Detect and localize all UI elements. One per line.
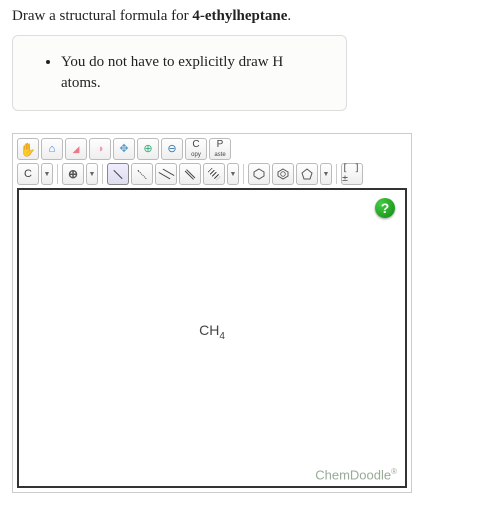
home-icon: ⌂ xyxy=(49,144,56,155)
brand-label: ChemDoodle® xyxy=(315,467,397,482)
charge-icon: ⊕ xyxy=(68,168,78,180)
paste-label: Paste xyxy=(214,140,225,158)
zoom-in-icon: ⊕ xyxy=(143,144,152,155)
dotted-bond-tool[interactable] xyxy=(131,163,153,185)
copy-button[interactable]: Copy xyxy=(185,138,207,160)
bond-dropdown[interactable]: ▼ xyxy=(227,163,239,185)
prompt-pre: Draw a structural formula for xyxy=(12,8,192,24)
toolbar-row-1: ✋ ⌂ ◢ ◑ ✥ ⊕ ⊖ Copy Paste xyxy=(17,138,407,160)
element-label: C xyxy=(24,169,32,180)
bond-icon xyxy=(113,169,122,178)
formula-sub: 4 xyxy=(219,331,225,342)
single-bond-tool[interactable] xyxy=(107,163,129,185)
bracket-tool[interactable]: [ ]± xyxy=(341,163,363,185)
chevron-down-icon: ▼ xyxy=(323,171,330,178)
hint-box: You do not have to explicitly draw H ato… xyxy=(12,35,347,111)
move-tool[interactable]: ✥ xyxy=(113,138,135,160)
element-dropdown[interactable]: ▼ xyxy=(41,163,53,185)
molecule-label[interactable]: CH4 xyxy=(199,322,225,342)
charge-dropdown[interactable]: ▼ xyxy=(86,163,98,185)
zoom-out-button[interactable]: ⊖ xyxy=(161,138,183,160)
hand-icon: ✋ xyxy=(20,143,36,156)
lasso-tool[interactable]: ◑ xyxy=(89,138,111,160)
ring-dropdown[interactable]: ▼ xyxy=(320,163,332,185)
hash-bond-tool[interactable] xyxy=(203,163,225,185)
benzene-icon xyxy=(277,168,289,180)
pentagon-icon xyxy=(301,168,313,180)
cyclopentane-tool[interactable] xyxy=(296,163,318,185)
recessed-bond-icon xyxy=(158,169,174,180)
home-button[interactable]: ⌂ xyxy=(41,138,63,160)
prompt-compound: 4-ethylheptane xyxy=(192,8,287,24)
hash-bond-icon xyxy=(208,168,221,181)
cyclohexane-tool[interactable] xyxy=(248,163,270,185)
eraser-icon: ◢ xyxy=(73,145,80,154)
hint-item: You do not have to explicitly draw H ato… xyxy=(61,52,326,94)
hand-tool[interactable]: ✋ xyxy=(17,138,39,160)
charge-button[interactable]: ⊕ xyxy=(62,163,84,185)
formula-base: CH xyxy=(199,322,219,338)
chevron-down-icon: ▼ xyxy=(89,171,96,178)
separator xyxy=(57,164,58,184)
separator xyxy=(336,164,337,184)
chemdoodle-editor: ✋ ⌂ ◢ ◑ ✥ ⊕ ⊖ Copy Paste C ▼ ⊕ ▼ ▼ xyxy=(12,133,412,493)
element-button[interactable]: C xyxy=(17,163,39,185)
lasso-icon: ◑ xyxy=(97,144,104,155)
double-bond-tool[interactable] xyxy=(179,163,201,185)
benzene-tool[interactable] xyxy=(272,163,294,185)
drawing-canvas[interactable]: ? CH4 ChemDoodle® xyxy=(17,188,407,488)
separator xyxy=(243,164,244,184)
hexagon-icon xyxy=(253,168,265,180)
chevron-down-icon: ▼ xyxy=(44,171,51,178)
zoom-out-icon: ⊖ xyxy=(167,144,176,155)
zoom-in-button[interactable]: ⊕ xyxy=(137,138,159,160)
prompt-post: . xyxy=(287,8,291,24)
move-icon: ✥ xyxy=(119,144,128,155)
question-prompt: Draw a structural formula for 4-ethylhep… xyxy=(12,8,492,25)
help-icon: ? xyxy=(381,200,390,216)
toolbar-row-2: C ▼ ⊕ ▼ ▼ ▼ [ ]± xyxy=(17,163,407,185)
eraser-tool[interactable]: ◢ xyxy=(65,138,87,160)
chevron-down-icon: ▼ xyxy=(230,171,237,178)
help-button[interactable]: ? xyxy=(375,198,395,218)
bracket-icon: [ ]± xyxy=(342,164,362,184)
double-bond-icon xyxy=(185,169,196,180)
paste-button[interactable]: Paste xyxy=(209,138,231,160)
copy-label: Copy xyxy=(191,140,201,158)
recessed-bond-tool[interactable] xyxy=(155,163,177,185)
dotted-bond-icon xyxy=(137,169,146,178)
separator xyxy=(102,164,103,184)
